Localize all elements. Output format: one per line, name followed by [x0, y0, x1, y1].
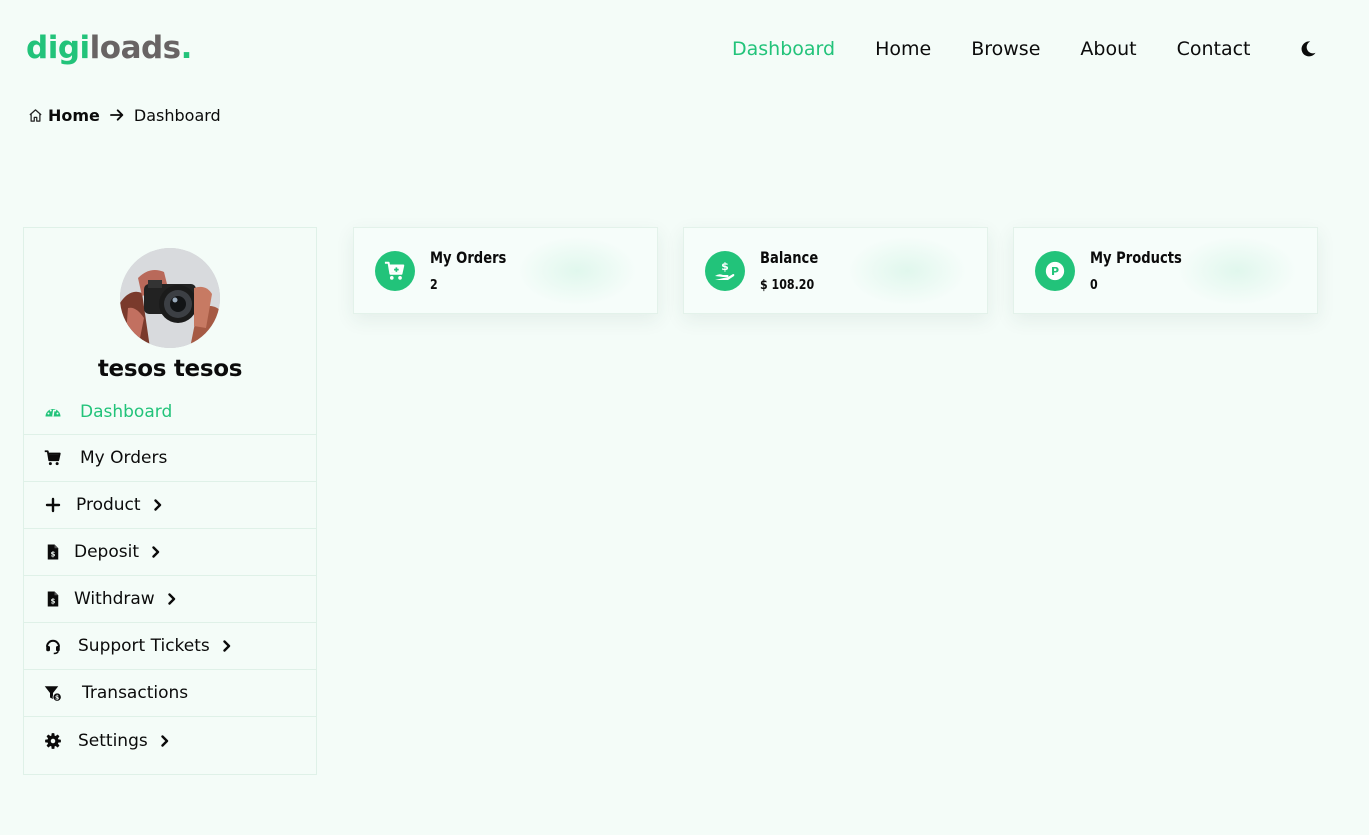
avatar[interactable]: [120, 248, 220, 348]
sidebar-item-label: My Orders: [80, 448, 168, 468]
sidebar-item-product[interactable]: Product: [24, 482, 316, 529]
sidebar-item-dashboard[interactable]: Dashboard: [24, 389, 316, 435]
funnel-dollar-icon: $: [44, 686, 62, 702]
plus-icon: [45, 497, 61, 513]
sidebar-item-label: Product: [76, 495, 141, 515]
sidebar-item-my-orders[interactable]: My Orders: [24, 435, 316, 482]
product-p-icon: P: [1045, 261, 1065, 281]
card-value: $ 108.20: [760, 278, 815, 293]
nav-browse[interactable]: Browse: [971, 38, 1040, 60]
nav-dashboard[interactable]: Dashboard: [732, 38, 835, 60]
home-icon: [29, 108, 42, 122]
sidebar-item-label: Transactions: [82, 683, 189, 703]
breadcrumb: Home Dashboard: [28, 104, 221, 126]
chevron-right-icon: [168, 593, 175, 605]
sidebar-item-withdraw[interactable]: $ Withdraw: [24, 576, 316, 623]
card-balance[interactable]: $ Balance $ 108.20: [683, 227, 988, 314]
card-value: 2: [430, 278, 438, 293]
profile-name: tesos tesos: [97, 356, 243, 382]
sidebar-item-label: Settings: [78, 730, 148, 751]
arrow-right-icon: [109, 109, 124, 121]
cart-icon: [44, 450, 61, 466]
chevron-right-icon: [152, 546, 160, 558]
card-value: 0: [1090, 278, 1098, 293]
gear-icon: [45, 732, 61, 749]
svg-text:$: $: [51, 551, 56, 559]
card-glow: [847, 236, 967, 306]
sidebar-item-support-tickets[interactable]: Support Tickets: [24, 623, 316, 670]
chevron-right-icon: [223, 640, 230, 652]
main-nav: Dashboard Home Browse About Contact: [732, 34, 1291, 64]
sidebar-item-transactions[interactable]: $ Transactions: [24, 670, 316, 717]
cart-plus-icon: [384, 261, 405, 280]
sidebar-menu: Dashboard My Orders Product $ Deposit $ …: [24, 389, 316, 764]
card-glow: [517, 236, 637, 306]
card-my-products[interactable]: P My Products 0: [1013, 227, 1318, 314]
card-title: My Products: [1090, 248, 1182, 267]
nav-home[interactable]: Home: [875, 38, 931, 60]
invoice-dollar-icon: $: [47, 591, 59, 607]
breadcrumb-home[interactable]: Home: [48, 106, 100, 125]
sidebar-item-settings[interactable]: Settings: [24, 717, 316, 764]
dashboard-gauge-icon: [45, 408, 61, 416]
sidebar-item-label: Withdraw: [74, 589, 155, 609]
headset-icon: [46, 639, 60, 655]
card-icon-circle: [375, 251, 415, 291]
card-icon-circle: $: [705, 251, 745, 291]
svg-text:$: $: [55, 694, 59, 701]
breadcrumb-current: Dashboard: [133, 105, 221, 125]
logo-dot: .: [180, 30, 193, 66]
card-glow: [1177, 236, 1297, 306]
sidebar-item-label: Deposit: [74, 542, 139, 562]
chevron-right-icon: [161, 734, 168, 747]
svg-text:$: $: [51, 598, 56, 606]
nav-about[interactable]: About: [1080, 38, 1136, 60]
moon-icon[interactable]: [1299, 40, 1317, 58]
invoice-dollar-icon: $: [47, 544, 59, 560]
sidebar-item-label: Support Tickets: [78, 636, 210, 656]
card-title: My Orders: [430, 248, 507, 267]
logo-part-digi: digi: [26, 30, 90, 66]
svg-text:P: P: [1051, 265, 1059, 278]
nav-contact[interactable]: Contact: [1177, 38, 1251, 60]
card-my-orders[interactable]: My Orders 2: [353, 227, 658, 314]
sidebar: tesos tesos Dashboard My Orders Product …: [23, 227, 317, 775]
hand-dollar-icon: $: [715, 260, 735, 280]
site-logo[interactable]: digiloads.: [26, 28, 192, 68]
sidebar-item-deposit[interactable]: $ Deposit: [24, 529, 316, 576]
logo-part-loads: loads: [89, 30, 181, 66]
card-title: Balance: [760, 248, 819, 267]
chevron-right-icon: [153, 499, 161, 511]
sidebar-item-label: Dashboard: [80, 401, 173, 422]
svg-text:$: $: [721, 260, 729, 273]
card-icon-circle: P: [1035, 251, 1075, 291]
